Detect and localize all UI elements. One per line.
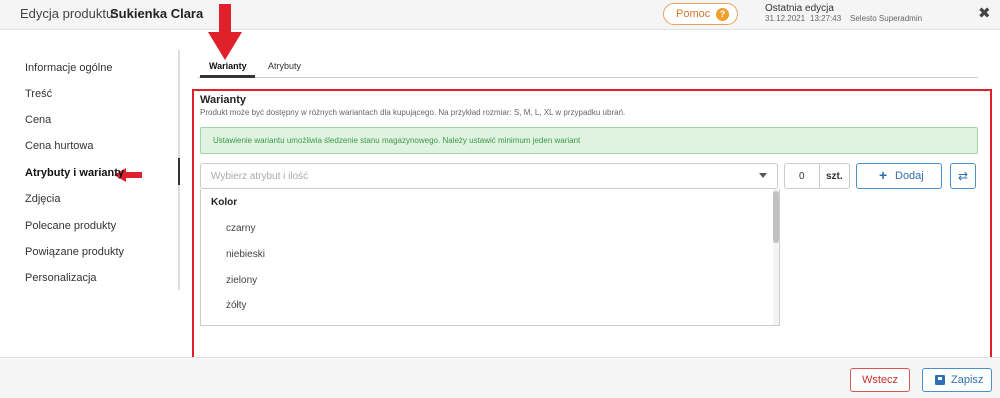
panel-title: Warianty xyxy=(200,94,247,106)
save-label: Zapisz xyxy=(951,374,984,386)
sidebar-item-related[interactable]: Powiązane produkty xyxy=(25,246,124,258)
back-button[interactable]: Wstecz xyxy=(850,368,910,392)
quantity-unit: szt. xyxy=(826,171,843,182)
save-button[interactable]: Zapisz xyxy=(922,368,992,392)
success-alert: Ustawienie wariantu umożliwia śledzenie … xyxy=(200,127,978,154)
select-placeholder: Wybierz atrybut i ilość xyxy=(211,171,309,182)
sidebar-item-general[interactable]: Informacje ogólne xyxy=(25,62,112,74)
sidebar-item-personalization[interactable]: Personalizacja xyxy=(25,272,97,284)
annotation-arrow-down-icon xyxy=(208,4,242,60)
attribute-select[interactable]: Wybierz atrybut i ilość xyxy=(200,163,778,189)
panel-description: Produkt może być dostępny w różnych wari… xyxy=(200,108,626,117)
sidebar-item-price[interactable]: Cena xyxy=(25,114,51,126)
add-variant-button[interactable]: + Dodaj xyxy=(856,163,942,189)
sidebar-item-attributes-variants[interactable]: Atrybuty i warianty xyxy=(25,167,124,179)
quantity-divider xyxy=(819,164,820,188)
dropdown-option[interactable]: zielony xyxy=(226,275,257,286)
tabs-divider xyxy=(198,77,978,78)
last-edit-title: Ostatnia edycja xyxy=(765,3,834,14)
sidebar-item-recommended[interactable]: Polecane produkty xyxy=(25,220,116,232)
close-icon[interactable]: ✖ xyxy=(978,4,991,22)
tab-active-underline xyxy=(200,75,255,78)
sidebar-active-indicator xyxy=(178,158,180,185)
header-bar: Edycja produktu: Sukienka Clara Pomoc ? … xyxy=(0,0,1000,30)
add-label: Dodaj xyxy=(895,170,924,182)
swap-icon[interactable]: ⇄ xyxy=(950,163,976,189)
tab-attributes[interactable]: Atrybuty xyxy=(268,61,301,71)
quantity-value: 0 xyxy=(799,171,805,182)
dropdown-scrollbar-thumb[interactable] xyxy=(773,191,779,243)
product-edit-label: Edycja produktu: xyxy=(20,6,117,21)
last-edit-user: Selesto Superadmin xyxy=(850,14,923,23)
tab-variants[interactable]: Warianty xyxy=(209,61,247,71)
floppy-icon xyxy=(935,375,945,385)
question-icon: ? xyxy=(716,8,729,21)
dropdown-option[interactable]: czarny xyxy=(226,223,255,234)
dropdown-option[interactable]: niebieski xyxy=(226,249,265,260)
help-label: Pomoc xyxy=(676,8,711,20)
quantity-field[interactable]: 0 szt. xyxy=(784,163,850,189)
plus-icon: + xyxy=(879,167,888,183)
sidebar-item-photos[interactable]: Zdjęcia xyxy=(25,193,60,205)
chevron-down-icon xyxy=(759,173,767,178)
alert-text: Ustawienie wariantu umożliwia śledzenie … xyxy=(213,136,581,145)
product-name: Sukienka Clara xyxy=(110,6,204,21)
sidebar-item-content[interactable]: Treść xyxy=(25,88,52,100)
dropdown-group-label: Kolor xyxy=(211,197,238,208)
last-edit-date: 31.12.2021 xyxy=(765,14,806,23)
sidebar-item-wholesale-price[interactable]: Cena hurtowa xyxy=(25,140,94,152)
attribute-dropdown-list: Kolor czarny niebieski zielony żółty xyxy=(200,189,780,326)
dropdown-option[interactable]: żółty xyxy=(226,300,247,311)
help-button[interactable]: Pomoc ? xyxy=(663,3,738,25)
last-edit-time: 13:27:43 xyxy=(810,14,842,23)
